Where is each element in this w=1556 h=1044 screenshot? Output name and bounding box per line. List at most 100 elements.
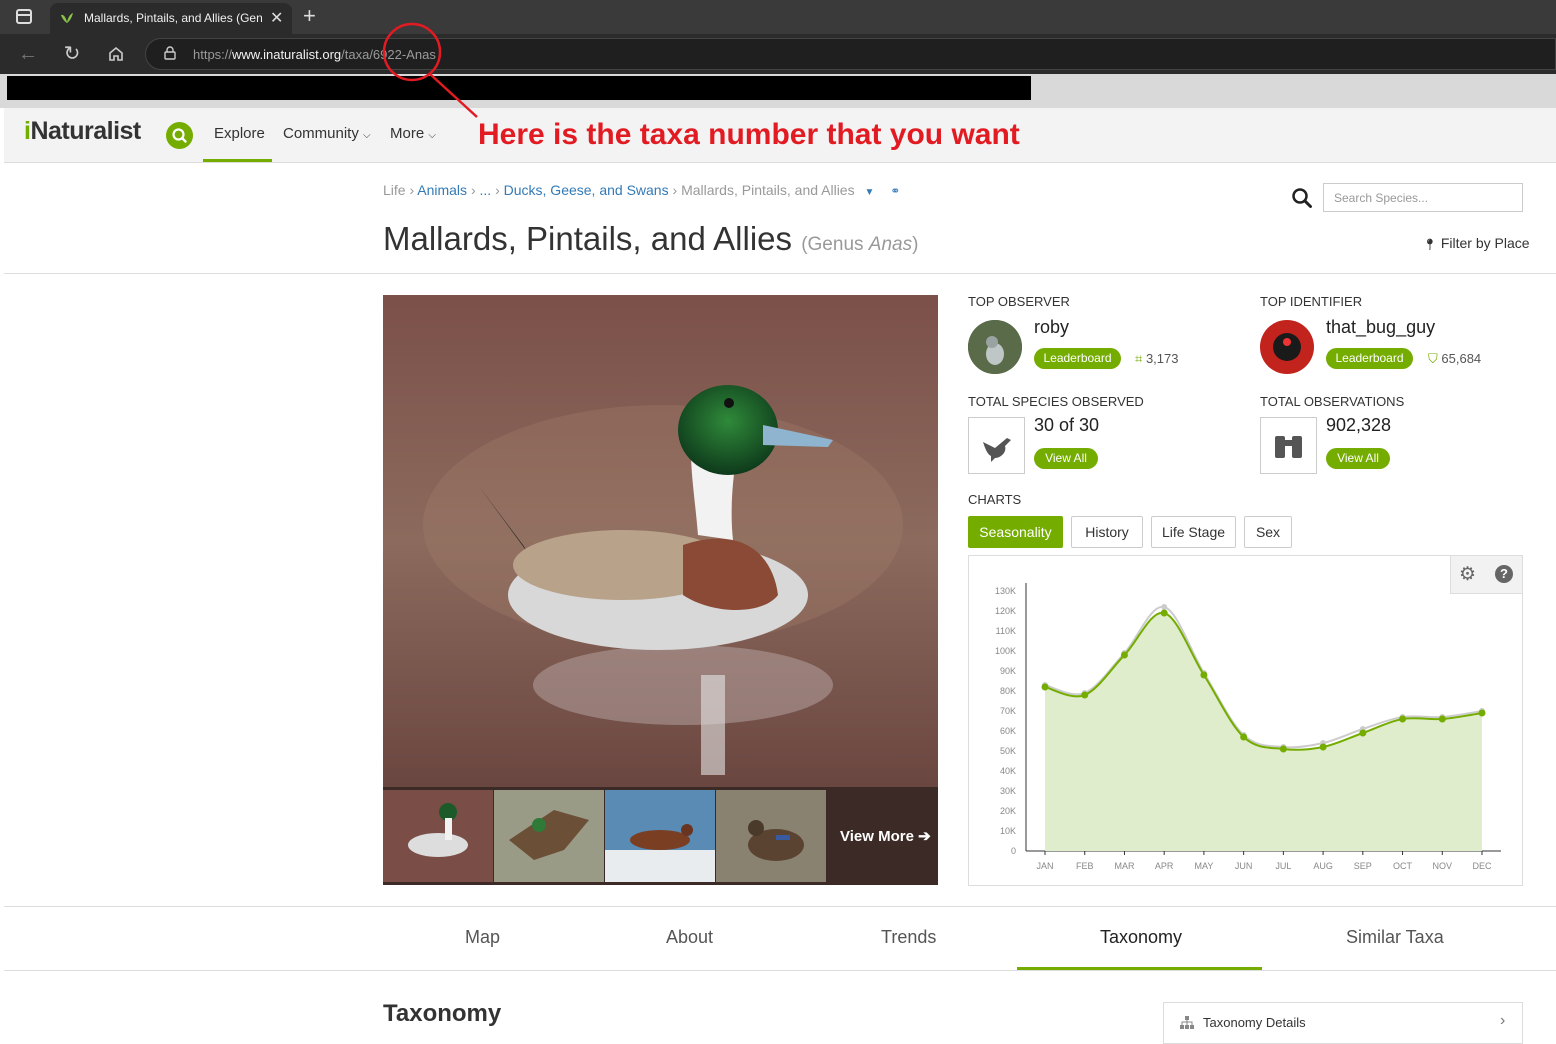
sitemap-icon xyxy=(1180,1016,1194,1034)
total-species-value: 30 of 30 xyxy=(1034,415,1100,435)
x-tick-label: MAY xyxy=(1194,861,1213,871)
view-more-link[interactable]: View More ➔ xyxy=(840,827,931,845)
tab-seasonality[interactable]: Seasonality xyxy=(968,516,1063,548)
leaderboard-button[interactable]: Leaderboard xyxy=(1034,348,1121,369)
breadcrumb-current: Mallards, Pintails, and Allies xyxy=(681,182,855,198)
search-species-icon[interactable] xyxy=(1291,187,1313,209)
binoculars-icon: ⌗ xyxy=(1135,351,1143,366)
avatar[interactable] xyxy=(1260,320,1314,374)
tab-life-stage[interactable]: Life Stage xyxy=(1151,516,1236,548)
x-tick-label: OCT xyxy=(1393,861,1413,871)
divider xyxy=(4,906,1556,907)
breadcrumb-animals[interactable]: Animals xyxy=(417,182,467,198)
annotation-text: Here is the taxa number that you want xyxy=(478,118,1020,151)
total-species-label: Total Species Observed xyxy=(968,394,1144,409)
tag-icon: ⛉ xyxy=(1428,351,1438,366)
divider xyxy=(4,970,1556,971)
annotation-line xyxy=(429,73,478,118)
breadcrumb-ellipsis[interactable]: ... xyxy=(480,182,492,198)
x-tick-label: MAR xyxy=(1114,861,1135,871)
thumbnail-photo[interactable] xyxy=(494,790,604,882)
binoculars-icon xyxy=(1260,417,1317,474)
total-observations-value: 902,328 xyxy=(1326,415,1392,435)
annotation-circle xyxy=(382,22,442,82)
thumbnail-photo[interactable] xyxy=(716,790,826,882)
y-tick-label: 90K xyxy=(1000,666,1016,676)
x-tick-label: JAN xyxy=(1036,861,1053,871)
tab-trends[interactable]: Trends xyxy=(881,927,936,948)
avatar[interactable] xyxy=(968,320,1022,374)
total-observations-label: Total Observations xyxy=(1260,394,1405,409)
data-point xyxy=(1041,683,1049,691)
data-point xyxy=(1279,745,1287,753)
page-title: Mallards, Pintails, and Allies (Genus An… xyxy=(383,220,919,257)
data-point xyxy=(1359,729,1367,737)
taxon-rank: (Genus Anas) xyxy=(801,234,919,255)
chart-canvas: 0 10K 20K 30K 40K 50K 60K 70K 80K 90K 100K 110K 120K… xyxy=(995,583,1501,871)
taxonomy-section-title: Taxonomy xyxy=(383,1000,502,1027)
taxonomy-details-button[interactable]: Taxonomy Details › xyxy=(1163,1002,1523,1044)
breadcrumb-life[interactable]: Life xyxy=(383,182,406,198)
x-tick-label: FEB xyxy=(1076,861,1094,871)
view-all-species-button[interactable]: View All xyxy=(1034,448,1098,469)
caret-down-icon[interactable]: ▼ xyxy=(864,187,874,198)
tab-taxonomy[interactable]: Taxonomy xyxy=(1100,927,1182,948)
tab-sex[interactable]: Sex xyxy=(1244,516,1292,548)
top-identifier-label: Top Identifier xyxy=(1260,294,1363,309)
identification-count: ⛉ 65,684 xyxy=(1428,351,1482,366)
tab-map[interactable]: Map xyxy=(465,927,500,948)
area-fill xyxy=(1045,612,1482,851)
tab-history[interactable]: History xyxy=(1071,516,1143,548)
y-tick-label: 50K xyxy=(1000,746,1016,756)
tab-about[interactable]: About xyxy=(666,927,713,948)
view-all-observations-button[interactable]: View All xyxy=(1326,448,1390,469)
breadcrumb: Life › Animals › ... › Ducks, Geese, and… xyxy=(383,182,901,198)
y-tick-label: 70K xyxy=(1000,706,1016,716)
top-identifier-name[interactable]: that_bug_guy xyxy=(1326,317,1435,338)
annotation-overlay xyxy=(382,22,478,118)
bird-icon xyxy=(968,417,1025,474)
y-tick-label: 80K xyxy=(1000,686,1016,696)
data-point xyxy=(1319,743,1327,751)
x-tick-label: JUL xyxy=(1275,861,1291,871)
data-point xyxy=(1438,715,1446,723)
top-observer-label: Top Observer xyxy=(968,294,1070,309)
help-icon[interactable]: ? xyxy=(1495,565,1513,583)
charts-label: Charts xyxy=(968,492,1022,507)
chart-tools: ⚙ ? xyxy=(1450,556,1522,594)
y-tick-label: 20K xyxy=(1000,806,1016,816)
x-tick-label: JUN xyxy=(1235,861,1253,871)
search-species-input[interactable]: Search Species... xyxy=(1323,183,1523,212)
data-point xyxy=(1399,715,1407,723)
y-tick-label: 110K xyxy=(996,626,1016,636)
y-tick-label: 60K xyxy=(1000,726,1016,736)
x-tick-label: AUG xyxy=(1313,861,1333,871)
x-tick-label: APR xyxy=(1155,861,1174,871)
map-marker-icon: 📍︎ xyxy=(1423,239,1437,251)
top-observer-name[interactable]: roby xyxy=(1034,317,1069,338)
data-point xyxy=(1081,691,1089,699)
thumbnail-photo[interactable] xyxy=(605,790,715,882)
y-tick-label: 40K xyxy=(1000,766,1016,776)
data-point xyxy=(1240,733,1248,741)
observation-count: ⌗ 3,173 xyxy=(1135,351,1179,366)
y-tick-label: 0 xyxy=(1011,846,1016,856)
y-tick-label: 10K xyxy=(1000,826,1016,836)
filter-by-place[interactable]: 📍︎ Filter by Place xyxy=(1423,235,1530,251)
leaderboard-button[interactable]: Leaderboard xyxy=(1326,348,1413,369)
y-tick-label: 130K xyxy=(995,586,1016,596)
x-tick-label: DEC xyxy=(1472,861,1492,871)
data-point xyxy=(1200,671,1208,679)
breadcrumb-ducks[interactable]: Ducks, Geese, and Swans xyxy=(504,182,669,198)
chevron-right-icon: › xyxy=(1500,1012,1506,1029)
y-tick-label: 120K xyxy=(995,606,1016,616)
divider xyxy=(4,273,1556,274)
data-point xyxy=(1160,609,1168,617)
link-icon[interactable]: ⚭ xyxy=(890,184,900,198)
data-point xyxy=(1120,651,1128,659)
data-point-secondary xyxy=(1161,604,1168,610)
y-tick-label: 30K xyxy=(1000,786,1016,796)
tab-similar-taxa[interactable]: Similar Taxa xyxy=(1346,927,1444,948)
gear-icon[interactable]: ⚙ xyxy=(1459,563,1476,586)
thumbnail-photo[interactable] xyxy=(383,790,493,882)
